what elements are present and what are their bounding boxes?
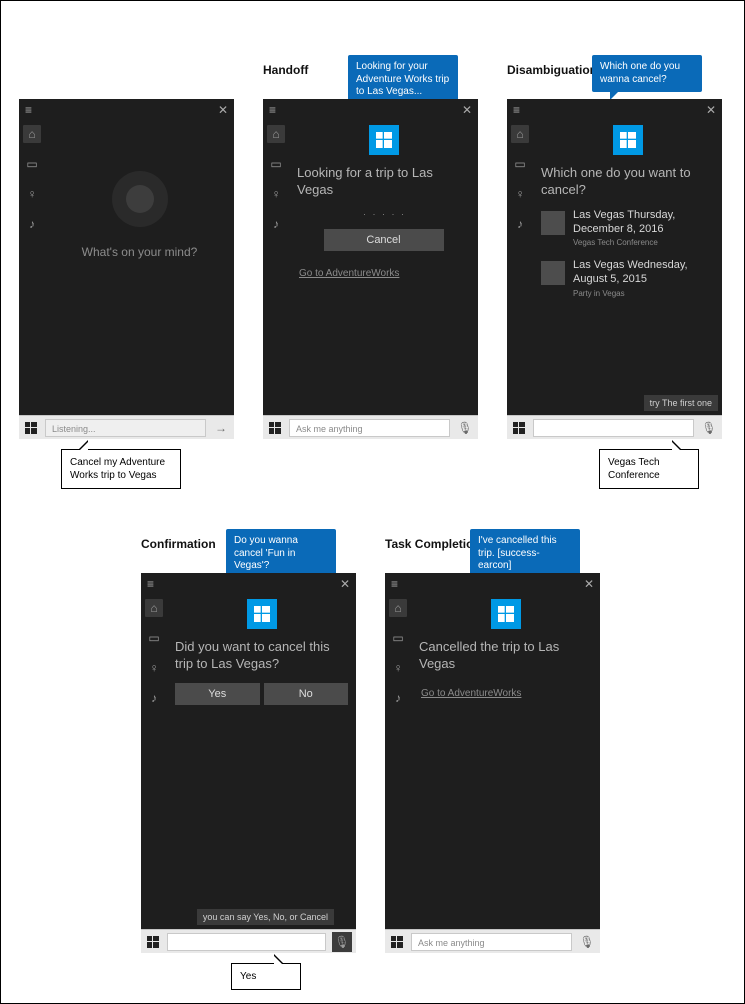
hamburger-icon[interactable]: ≡ <box>269 104 276 116</box>
notebook-icon[interactable]: ▭ <box>267 155 285 173</box>
search-input[interactable] <box>167 933 326 951</box>
thumb-icon <box>541 211 565 235</box>
home-icon[interactable]: ⌂ <box>23 125 41 143</box>
trip-subtitle: Party in Vegas <box>573 289 714 298</box>
music-icon[interactable]: ♪ <box>145 689 163 707</box>
user-utterance-callout: Vegas Tech Conference <box>599 449 699 489</box>
deep-link[interactable]: Go to AdventureWorks <box>299 268 399 279</box>
music-icon[interactable]: ♪ <box>511 215 529 233</box>
stage-confirmation: Confirmation Do you wanna cancel 'Fun in… <box>141 537 356 953</box>
close-icon[interactable]: ✕ <box>340 578 350 590</box>
trip-option-1[interactable]: Las Vegas Wednesday, August 5, 2015 Part… <box>541 259 714 298</box>
hamburger-icon[interactable]: ≡ <box>391 578 398 590</box>
home-icon[interactable]: ⌂ <box>511 125 529 143</box>
icon-rail: ⌂ ▭ ♀ ♪ <box>19 121 45 415</box>
cortana-speech-bubble: I've cancelled this trip. [success-earco… <box>470 529 580 579</box>
bulb-icon[interactable]: ♀ <box>389 659 407 677</box>
taskbar: Listening... → <box>19 415 234 439</box>
home-icon[interactable]: ⌂ <box>389 599 407 617</box>
notebook-icon[interactable]: ▭ <box>23 155 41 173</box>
cortana-panel-completion: ≡ ✕ ⌂ ▭ ♀ ♪ Cancelled the trip to Las Ve… <box>385 573 600 953</box>
cortana-speech-bubble: Looking for your Adventure Works trip to… <box>348 55 458 105</box>
trip-option-0[interactable]: Las Vegas Thursday, December 8, 2016 Veg… <box>541 209 714 248</box>
bulb-icon[interactable]: ♀ <box>511 185 529 203</box>
stage-handoff: Handoff Looking for your Adventure Works… <box>263 63 478 439</box>
voice-hint: try The first one <box>644 395 718 411</box>
hamburger-icon[interactable]: ≡ <box>513 104 520 116</box>
diagram-page: ≡ ✕ ⌂ ▭ ♀ ♪ What's on your mind? <box>0 0 745 1004</box>
cortana-panel-confirmation: ≡ ✕ ⌂ ▭ ♀ ♪ Did you want to cancel this … <box>141 573 356 953</box>
arrow-icon[interactable]: → <box>212 419 230 437</box>
home-icon[interactable]: ⌂ <box>145 599 163 617</box>
stage-label: Task Completion <box>385 537 481 551</box>
mic-icon[interactable]: 🎙 <box>456 419 474 437</box>
question-headline: Did you want to cancel this trip to Las … <box>175 639 348 673</box>
thumb-icon <box>541 261 565 285</box>
start-icon[interactable] <box>511 420 527 436</box>
status-headline: Looking for a trip to Las Vegas <box>297 165 470 199</box>
mic-icon[interactable]: 🎙 <box>700 419 718 437</box>
music-icon[interactable]: ♪ <box>267 215 285 233</box>
titlebar: ✕ <box>19 99 234 121</box>
app-tile-icon <box>491 599 521 629</box>
user-utterance-callout: Cancel my Adventure Works trip to Vegas <box>61 449 181 489</box>
close-icon[interactable]: ✕ <box>706 104 716 116</box>
app-tile-icon <box>369 125 399 155</box>
mic-icon[interactable]: 🎙 <box>578 933 596 951</box>
bulb-icon[interactable]: ♀ <box>23 185 41 203</box>
bulb-icon[interactable]: ♀ <box>267 185 285 203</box>
cortana-speech-bubble: Do you wanna cancel 'Fun in Vegas'? <box>226 529 336 579</box>
deep-link[interactable]: Go to AdventureWorks <box>421 688 521 699</box>
app-tile-icon <box>247 599 277 629</box>
progress-dots: · · · · · <box>299 209 470 219</box>
no-button[interactable]: No <box>264 683 349 705</box>
cortana-panel-handoff: ≡ ✕ ⌂ ▭ ♀ ♪ Looking for a trip to Las Ve… <box>263 99 478 439</box>
search-input[interactable] <box>533 419 694 437</box>
notebook-icon[interactable]: ▭ <box>389 629 407 647</box>
music-icon[interactable]: ♪ <box>389 689 407 707</box>
cortana-speech-bubble: Which one do you wanna cancel? <box>592 55 702 92</box>
start-icon[interactable] <box>389 934 405 950</box>
hamburger-icon[interactable]: ≡ <box>25 104 32 116</box>
voice-hint: you can say Yes, No, or Cancel <box>197 909 334 925</box>
cortana-panel-initial: ≡ ✕ ⌂ ▭ ♀ ♪ What's on your mind? <box>19 99 234 439</box>
notebook-icon[interactable]: ▭ <box>145 629 163 647</box>
cancel-button[interactable]: Cancel <box>324 229 444 251</box>
search-input[interactable]: Ask me anything <box>411 933 572 951</box>
trip-subtitle: Vegas Tech Conference <box>573 238 714 247</box>
status-headline: Cancelled the trip to Las Vegas <box>419 639 592 673</box>
user-utterance-callout: Yes <box>231 963 301 990</box>
search-input[interactable]: Ask me anything <box>289 419 450 437</box>
close-icon[interactable]: ✕ <box>462 104 472 116</box>
bulb-icon[interactable]: ♀ <box>145 659 163 677</box>
hamburger-icon[interactable]: ≡ <box>147 578 154 590</box>
search-input[interactable]: Listening... <box>45 419 206 437</box>
cortana-orb-icon <box>112 171 168 227</box>
home-icon[interactable]: ⌂ <box>267 125 285 143</box>
start-icon[interactable] <box>145 934 161 950</box>
stage-initial: ≡ ✕ ⌂ ▭ ♀ ♪ What's on your mind? <box>19 99 234 439</box>
stage-completion: Task Completion I've cancelled this trip… <box>385 537 600 953</box>
start-icon[interactable] <box>267 420 283 436</box>
start-icon[interactable] <box>23 420 39 436</box>
stage-label: Handoff <box>263 63 308 77</box>
notebook-icon[interactable]: ▭ <box>511 155 529 173</box>
mic-icon[interactable]: 🎙 <box>332 932 352 952</box>
stage-label: Confirmation <box>141 537 216 551</box>
app-tile-icon <box>613 125 643 155</box>
cortana-panel-disambiguation: ≡ ✕ ⌂ ▭ ♀ ♪ Which one do you want to can… <box>507 99 722 439</box>
yes-button[interactable]: Yes <box>175 683 260 705</box>
close-icon[interactable]: ✕ <box>218 104 228 116</box>
close-icon[interactable]: ✕ <box>584 578 594 590</box>
trip-title: Las Vegas Thursday, December 8, 2016 <box>573 209 714 237</box>
question-headline: Which one do you want to cancel? <box>541 165 714 199</box>
music-icon[interactable]: ♪ <box>23 215 41 233</box>
stage-label: Disambiguation <box>507 63 597 77</box>
stage-disambiguation: Disambiguation Which one do you wanna ca… <box>507 63 722 439</box>
trip-title: Las Vegas Wednesday, August 5, 2015 <box>573 259 714 287</box>
cortana-prompt: What's on your mind? <box>53 245 226 259</box>
